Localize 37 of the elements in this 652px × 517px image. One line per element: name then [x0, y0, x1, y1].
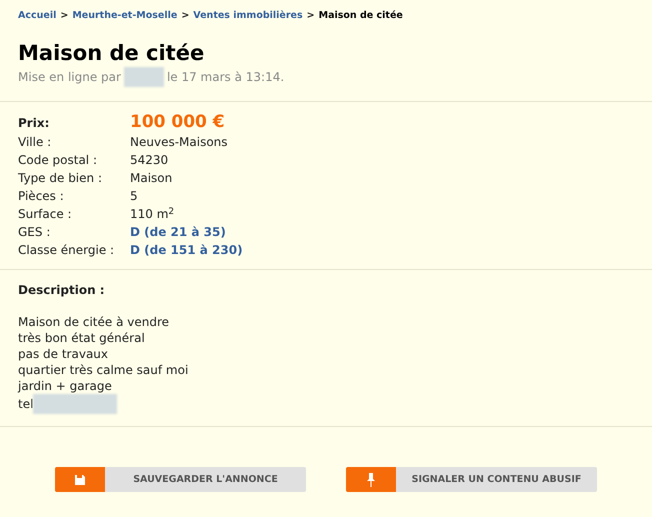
description-heading: Description : [18, 282, 106, 300]
detail-label: Surface : [18, 206, 73, 224]
breadcrumb-link[interactable]: Meurthe-et-Moselle [72, 9, 178, 24]
price-label: Prix: [18, 115, 50, 132]
action-button[interactable]: SIGNALER UN CONTENU ABUSIF [346, 467, 597, 492]
detail-value: 110 m$^{2}$ [130, 206, 176, 224]
price-value: 100 000 € [130, 111, 226, 134]
description-line: tel [18, 396, 34, 412]
detail-label: Classe énergie : [18, 242, 116, 260]
detail-value: Maison [130, 170, 174, 188]
detail-label: GES : [18, 224, 52, 242]
pushpin-icon [367, 472, 375, 487]
detail-value: 54230 [130, 152, 170, 170]
detail-value: D (de 151 à 230) [130, 242, 244, 260]
detail-label: Ville : [18, 134, 52, 152]
detail-label: Pièces : [18, 188, 65, 206]
description-line: quartier très calme sauf moi [18, 362, 188, 378]
page-title: Maison de citée [18, 40, 206, 66]
posted-date-text: le 17 mars à 13:14. [166, 69, 284, 86]
description-line: pas de travaux [18, 346, 108, 362]
action-button[interactable]: SAUVEGARDER L'ANNONCE [55, 467, 306, 492]
description-line: très bon état général [18, 330, 145, 346]
detail-label: Type de bien : [18, 170, 103, 188]
description-line: jardin + garage [18, 378, 112, 394]
detail-value: D (de 21 à 35) [130, 224, 227, 242]
detail-label: Code postal : [18, 152, 98, 170]
breadcrumb-separator: > [60, 9, 68, 23]
breadcrumb-link[interactable]: Ventes immobilières [193, 9, 303, 24]
detail-value: 5 [130, 188, 139, 206]
breadcrumb-current: Maison de citée [318, 9, 403, 23]
breadcrumb-separator: > [181, 9, 190, 23]
posted-by-text: Mise en ligne par [18, 69, 121, 86]
detail-value: Neuves-Maisons [130, 134, 229, 152]
breadcrumb-link[interactable]: Accueil [18, 9, 56, 24]
breadcrumb-separator: > [306, 9, 315, 23]
description-line: Maison de citée à vendre [18, 314, 170, 330]
blurred-text [124, 67, 164, 88]
